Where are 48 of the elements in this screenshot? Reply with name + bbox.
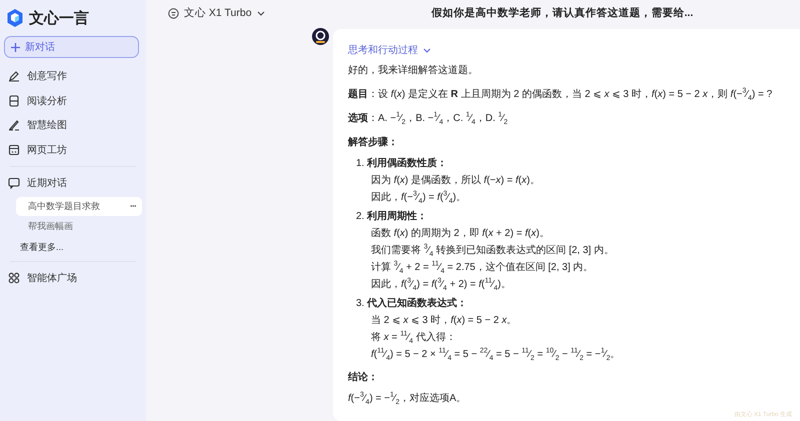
- document-icon: [8, 94, 20, 107]
- conversation-title: 假如你是高中数学老师，请认真作答这道题，需要给...: [430, 6, 694, 20]
- logo-icon: [6, 8, 24, 28]
- answer-paragraph: f(−$^{3}$⁄$_{4}$) = −$^{1}$⁄$_{2}$，对应选项A。: [348, 390, 468, 407]
- step-line: 我们需要将 $^{3}$⁄$_{4}$ 转换到已知函数表达式的区间 [2, 3] 内。: [371, 245, 614, 256]
- webpage-icon: [8, 144, 20, 156]
- sidebar-item[interactable]: 创意写作: [4, 64, 73, 88]
- view-more-link[interactable]: 查看更多...: [4, 238, 142, 256]
- sidebar-item[interactable]: 网页工坊: [4, 138, 73, 162]
- step-number: 3.: [356, 297, 366, 311]
- brush-icon: [8, 119, 20, 132]
- agent-plaza-item[interactable]: 智能体广场: [4, 266, 142, 290]
- app-logo-text: 文心一言: [29, 8, 89, 28]
- step-title: 代入已知函数表达式：: [367, 298, 467, 309]
- model-icon: [168, 8, 179, 18]
- recent-chat-item[interactable]: 高中数学题目求救 ···: [16, 196, 142, 216]
- step-title: 利用偶函数性质：: [367, 158, 447, 169]
- section-heading: 结论：: [348, 370, 379, 385]
- chevron-down-icon: [256, 10, 265, 16]
- step-number: 2.: [356, 210, 366, 224]
- plus-icon: [11, 42, 20, 52]
- grid-icon: [8, 272, 20, 284]
- step-line: 因此，f($^{3}$⁄$_{4}$) = f($^{3}$⁄$_{4}$ + 2) = f($^{11}$⁄$_{4}$)。: [371, 279, 511, 290]
- section-heading: 解答步骤：: [348, 136, 399, 150]
- step-line: 函数 f(x) 的周期为 2，即 f(x + 2) = f(x)。: [371, 228, 550, 239]
- model-selector[interactable]: 文心 X1 Turbo: [168, 6, 265, 20]
- answer-paragraph: 好的，我来详细解答这道题。: [348, 64, 479, 78]
- sidebar-item[interactable]: 阅读分析: [4, 88, 73, 113]
- step-title: 利用周期性：: [367, 211, 427, 222]
- thinking-process-toggle[interactable]: 思考和行动过程: [348, 43, 431, 57]
- more-options-icon[interactable]: ···: [130, 201, 136, 211]
- chat-bubble-icon: [8, 177, 20, 190]
- sidebar-item[interactable]: 智慧绘图: [4, 113, 73, 138]
- recent-chat-item[interactable]: 帮我画幅画: [16, 216, 142, 236]
- answer-paragraph: 题目：设 f(x) 是定义在 R 上且周期为 2 的偶函数，当 2 ⩽ x ⩽ 3 时，f(x) = 5 − 2 x，则 f(−$^{3}$⁄$_{4}$) = ?: [348, 86, 774, 103]
- assistant-avatar-icon: [312, 28, 329, 45]
- chevron-down-icon: [423, 48, 431, 52]
- step-line: 将 x = $^{11}$⁄$_{4}$ 代入得：: [371, 332, 456, 343]
- section-title: 近期对话: [27, 176, 67, 190]
- step-line: f($^{11}$⁄$_{4}$) = 5 − 2 × $^{11}$⁄$_{4}$ = 5 − $^{22}$⁄$_{4}$ = 5 − $^{11}$⁄$_{2}$ = $^{10}$⁄$_{2}$ − $^{11}$⁄$_{2}$ = −$^{1}$⁄$_{2}$。: [371, 349, 620, 360]
- answer-paragraph: 选项：A. −$^{1}$⁄$_{2}$，B. −$^{1}$⁄$_{4}$，C. $^{1}$⁄$_{4}$，D. $^{1}$⁄$_{2}$: [348, 110, 509, 127]
- step-line: 当 2 ⩽ x ⩽ 3 时，f(x) = 5 − 2 x。: [371, 315, 517, 326]
- pencil-icon: [8, 70, 20, 82]
- step-line: 计算 $^{3}$⁄$_{4}$ + 2 = $^{11}$⁄$_{4}$ = 2.75，这个值在区间 [2, 3] 内。: [371, 262, 594, 273]
- step-line: 因此，f(−$^{3}$⁄$_{4}$) = f($^{3}$⁄$_{4}$)。: [371, 192, 466, 203]
- step-line: 因为 f(x) 是偶函数，所以 f(−x) = f(x)。: [371, 175, 540, 186]
- step-number: 1.: [356, 157, 366, 171]
- new-chat-button[interactable]: 新对话: [4, 36, 139, 58]
